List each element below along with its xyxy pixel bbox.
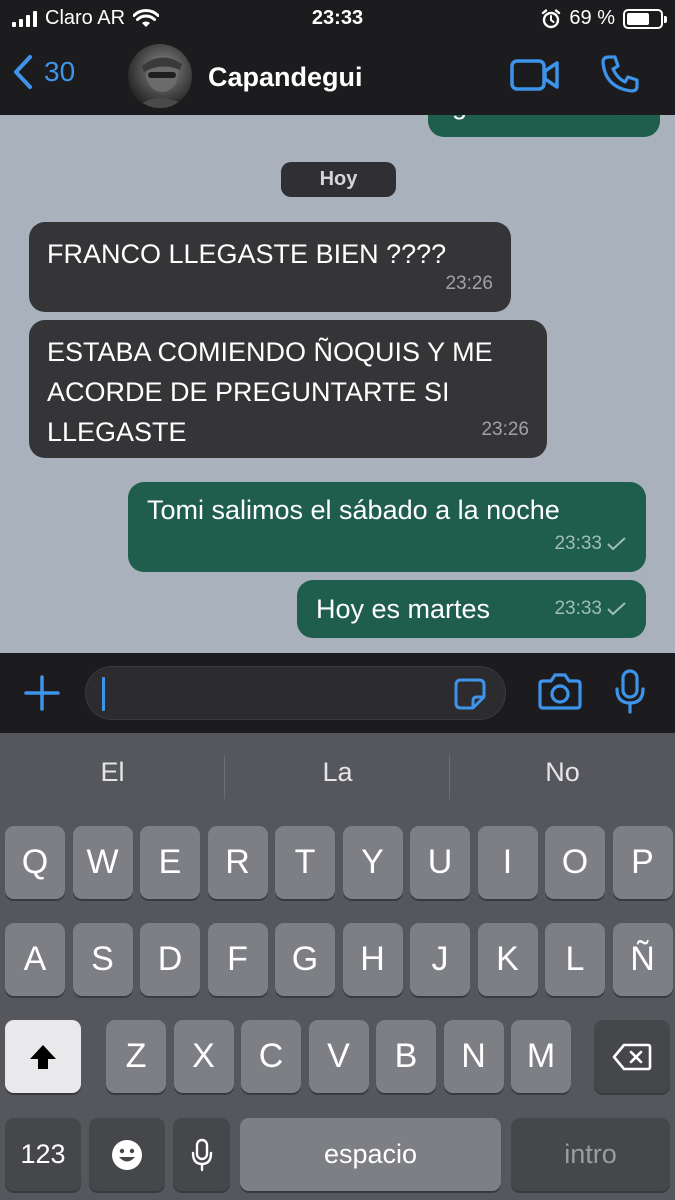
message-text: ESTABA COMIENDO ÑOQUIS Y ME ACORDE DE PR… xyxy=(47,337,493,447)
contact-name[interactable]: Capandegui xyxy=(208,62,363,93)
top-bar: Claro AR 23:33 69 % 30 Capandegui xyxy=(0,0,675,115)
back-button[interactable]: 30 xyxy=(12,54,75,90)
read-receipt-icon xyxy=(620,115,628,116)
outgoing-message[interactable]: Hoy es martes 23:33 xyxy=(297,580,646,638)
emoji-icon xyxy=(112,1139,142,1170)
key-q[interactable]: Q xyxy=(5,826,65,899)
text-caret xyxy=(102,677,105,711)
key-f[interactable]: F xyxy=(207,923,268,996)
chat-messages[interactable]: igual 07:30 Hoy FRANCO LLEGASTE BIEN ???… xyxy=(0,115,675,653)
video-call-icon[interactable] xyxy=(510,58,560,92)
avatar[interactable] xyxy=(128,44,192,108)
battery-percent: 69 % xyxy=(569,7,615,29)
suggestion-3[interactable]: No xyxy=(450,757,675,788)
sticker-icon[interactable] xyxy=(453,677,487,711)
outgoing-message[interactable]: Tomi salimos el sábado a la noche 23:33 xyxy=(128,482,646,572)
camera-icon[interactable] xyxy=(538,672,582,710)
shift-arrow-icon xyxy=(30,1044,56,1069)
shift-key[interactable] xyxy=(5,1020,81,1093)
incoming-message[interactable]: FRANCO LLEGASTE BIEN ???? 23:26 xyxy=(29,222,511,312)
suggestion-1[interactable]: El xyxy=(0,757,225,788)
microphone-icon[interactable] xyxy=(614,669,646,715)
key-n[interactable]: N xyxy=(443,1020,504,1093)
chat-header: 30 Capandegui xyxy=(0,38,675,115)
key-e[interactable]: E xyxy=(140,826,200,899)
key-u[interactable]: U xyxy=(410,826,470,899)
key-i[interactable]: I xyxy=(477,826,538,899)
keyboard: El La No QWERTYUIOP ASDFGHJKLÑ ZXCVBNM 1… xyxy=(0,733,675,1200)
message-time: 23:33 xyxy=(554,589,628,629)
unread-count: 30 xyxy=(44,56,76,87)
message-composer xyxy=(0,653,675,733)
suggestion-2[interactable]: La xyxy=(225,757,450,788)
plus-icon[interactable] xyxy=(24,675,60,711)
key-h[interactable]: H xyxy=(342,923,403,996)
backspace-icon xyxy=(612,1043,652,1070)
back-chevron-icon xyxy=(14,55,32,89)
phone-icon[interactable] xyxy=(600,54,640,94)
message-bubble-partial[interactable]: igual 07:30 xyxy=(428,115,660,137)
key-j[interactable]: J xyxy=(410,923,470,996)
incoming-message[interactable]: ESTABA COMIENDO ÑOQUIS Y ME ACORDE DE PR… xyxy=(29,320,547,458)
microphone-icon xyxy=(191,1138,212,1171)
return-key[interactable]: intro xyxy=(511,1118,670,1191)
key-k[interactable]: K xyxy=(477,923,538,996)
key-o[interactable]: O xyxy=(545,826,605,899)
key-g[interactable]: G xyxy=(275,923,335,996)
emoji-key[interactable] xyxy=(89,1118,165,1191)
message-input[interactable] xyxy=(85,666,506,720)
key-d[interactable]: D xyxy=(140,923,200,996)
message-text: Hoy es martes xyxy=(316,594,491,624)
key-s[interactable]: S xyxy=(72,923,133,996)
key-w[interactable]: W xyxy=(72,826,133,899)
predictive-bar: El La No xyxy=(0,733,675,821)
space-key[interactable]: espacio xyxy=(240,1118,501,1191)
message-time: 23:26 xyxy=(445,273,493,294)
key-ñ[interactable]: Ñ xyxy=(612,923,673,996)
key-y[interactable]: Y xyxy=(342,826,403,899)
key-p[interactable]: P xyxy=(612,826,673,899)
message-time: 07:30 xyxy=(562,115,642,129)
message-text: igual xyxy=(446,115,503,125)
key-z[interactable]: Z xyxy=(106,1020,166,1093)
message-time: 23:26 xyxy=(481,419,529,440)
status-bar: Claro AR 23:33 69 % xyxy=(0,0,675,38)
message-text: FRANCO LLEGASTE BIEN ???? xyxy=(47,239,447,269)
battery-icon xyxy=(623,8,667,29)
day-separator: Hoy xyxy=(281,162,396,197)
sent-check-icon xyxy=(607,602,626,616)
key-l[interactable]: L xyxy=(545,923,605,996)
key-m[interactable]: M xyxy=(511,1020,571,1093)
key-r[interactable]: R xyxy=(207,826,268,899)
message-time: 23:33 xyxy=(554,524,628,564)
numbers-key[interactable]: 123 xyxy=(5,1118,81,1191)
message-text: Tomi salimos el sábado a la noche xyxy=(147,495,560,525)
key-v[interactable]: V xyxy=(308,1020,369,1093)
alarm-icon xyxy=(542,8,561,28)
key-a[interactable]: A xyxy=(5,923,65,996)
key-b[interactable]: B xyxy=(376,1020,436,1093)
dictation-key[interactable] xyxy=(173,1118,230,1191)
key-x[interactable]: X xyxy=(173,1020,234,1093)
key-c[interactable]: C xyxy=(241,1020,301,1093)
key-t[interactable]: T xyxy=(275,826,335,899)
sent-check-icon xyxy=(607,537,626,551)
delete-key[interactable] xyxy=(594,1020,670,1093)
avatar-photo xyxy=(134,56,188,108)
